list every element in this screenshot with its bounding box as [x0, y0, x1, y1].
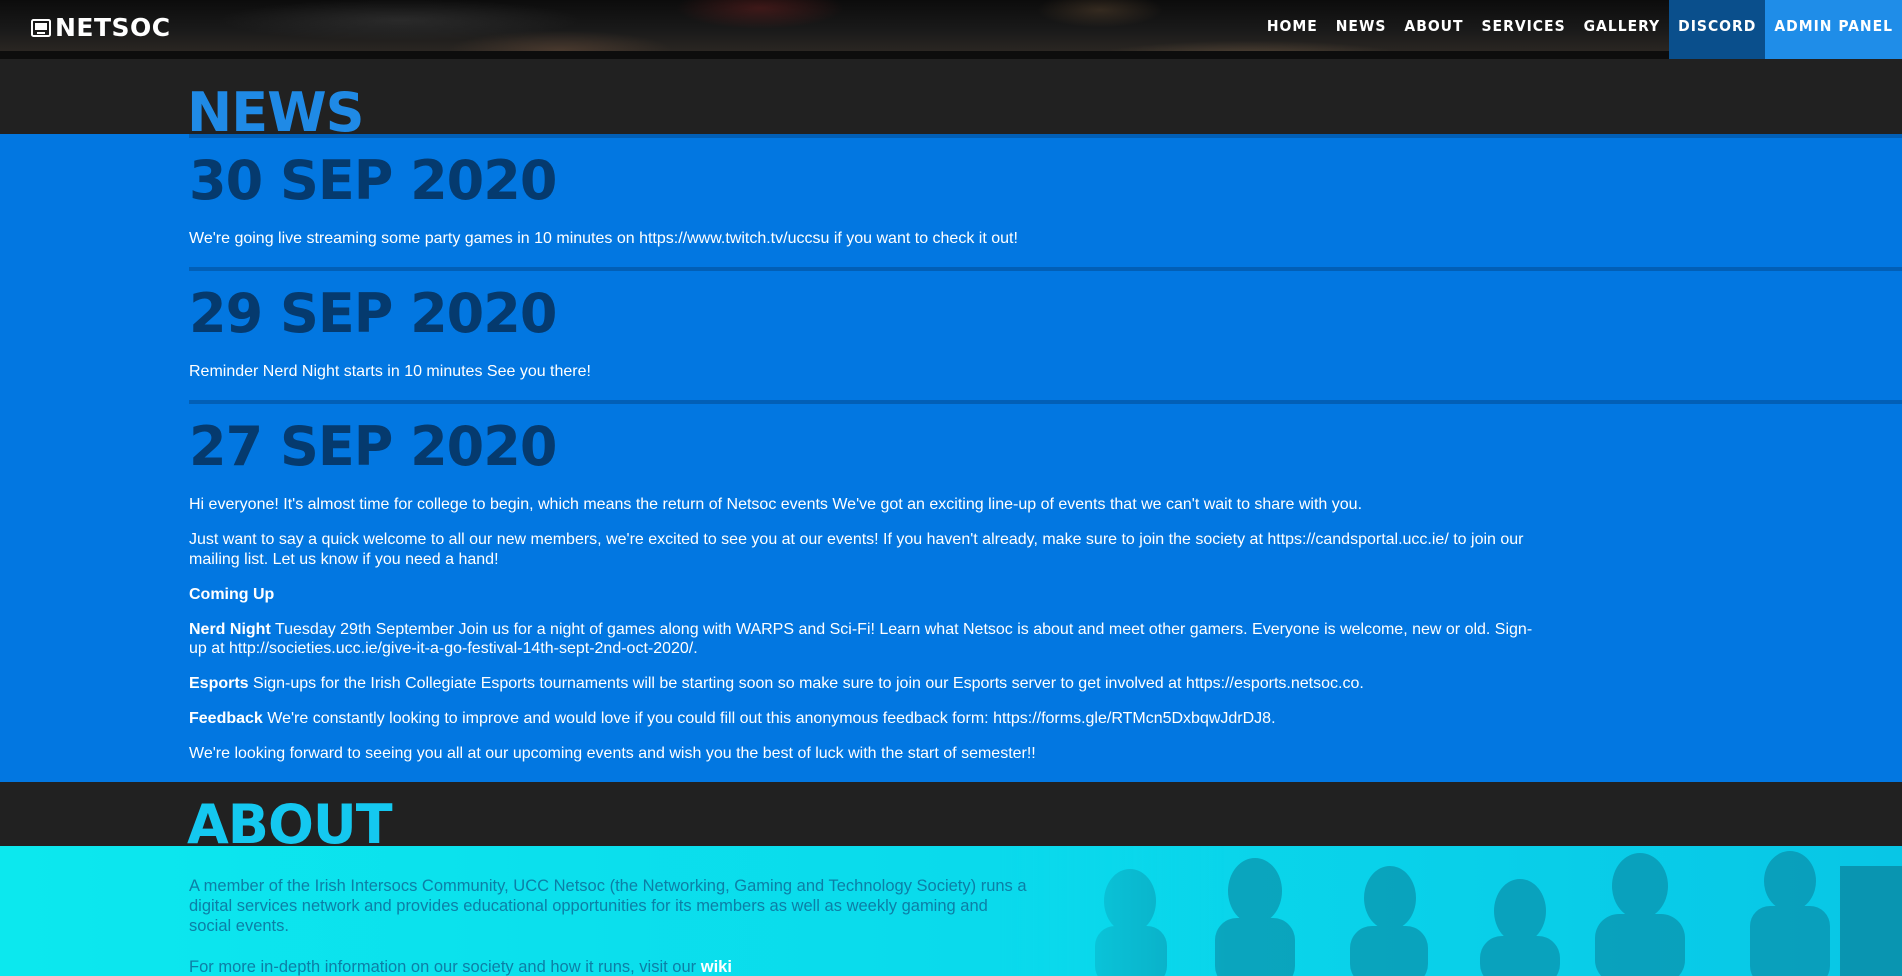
- news-closing: We're looking forward to seeing you all …: [189, 745, 1036, 762]
- nav-gallery[interactable]: GALLERY: [1575, 0, 1670, 59]
- news-divider: [189, 400, 1902, 404]
- news-body: We're going live streaming some party ga…: [189, 229, 1549, 249]
- coming-up-label: Coming Up: [189, 585, 275, 603]
- coming-up-heading: Coming Up: [189, 585, 1549, 605]
- news-item: 29 SEP 2020 Reminder Nerd Night starts i…: [189, 267, 1902, 397]
- brand-name: NETSOC: [55, 13, 171, 42]
- feedback-label: Feedback: [189, 710, 263, 727]
- nerd-night-label: Nerd Night: [189, 620, 271, 638]
- nav-services[interactable]: SERVICES: [1473, 0, 1575, 59]
- about-more-text: For more in-depth information on our soc…: [189, 958, 701, 976]
- computer-logo-icon: [31, 19, 51, 37]
- news-date: 30 SEP 2020: [189, 149, 557, 212]
- about-text: A member of the Irish Intersocs Communit…: [189, 876, 1029, 976]
- about-more: For more in-depth information on our soc…: [189, 957, 1029, 976]
- news-paragraph: We're going live streaming some party ga…: [189, 230, 1018, 247]
- nav-news[interactable]: NEWS: [1327, 0, 1396, 59]
- esports-entry: Esports Sign-ups for the Irish Collegiat…: [189, 674, 1549, 694]
- navbar: NETSOC HOME NEWS ABOUT SERVICES GALLERY …: [0, 0, 1902, 59]
- nav-home[interactable]: HOME: [1258, 0, 1327, 59]
- nav-links: HOME NEWS ABOUT SERVICES GALLERY DISCORD…: [1258, 0, 1902, 59]
- news-intro: Hi everyone! It's almost time for colleg…: [189, 496, 1363, 513]
- news-item: 30 SEP 2020 We're going live streaming s…: [189, 134, 1902, 264]
- feedback-text: We're constantly looking to improve and …: [262, 710, 1276, 727]
- esports-text: Sign-ups for the Irish Collegiate Esport…: [248, 675, 1364, 692]
- news-date: 27 SEP 2020: [189, 415, 557, 478]
- feedback-entry: Feedback We're constantly looking to imp…: [189, 709, 1549, 729]
- news-paragraph: Reminder Nerd Night starts in 10 minutes…: [189, 363, 591, 380]
- group-photo: [1000, 846, 1902, 976]
- news-divider: [189, 267, 1902, 271]
- news-body: Hi everyone! It's almost time for colleg…: [189, 495, 1549, 764]
- about-paragraph: A member of the Irish Intersocs Communit…: [189, 877, 1027, 935]
- nerd-night-text: Tuesday 29th September Join us for a nig…: [189, 620, 1533, 658]
- news-item: 27 SEP 2020 Hi everyone! It's almost tim…: [189, 400, 1902, 779]
- news-welcome: Just want to say a quick welcome to all …: [189, 531, 1524, 568]
- brand[interactable]: NETSOC: [31, 14, 171, 42]
- nav-admin-panel[interactable]: ADMIN PANEL: [1765, 0, 1902, 59]
- news-date: 29 SEP 2020: [189, 282, 557, 345]
- about-section: A member of the Irish Intersocs Communit…: [0, 846, 1902, 976]
- news-divider: [189, 134, 1902, 138]
- wiki-link[interactable]: wiki: [701, 958, 732, 976]
- news-section: 30 SEP 2020 We're going live streaming s…: [0, 134, 1902, 782]
- nav-discord[interactable]: DISCORD: [1669, 0, 1766, 59]
- nav-about[interactable]: ABOUT: [1395, 0, 1472, 59]
- news-heading: NEWS: [187, 81, 365, 144]
- news-body: Reminder Nerd Night starts in 10 minutes…: [189, 362, 1549, 382]
- nerd-night-entry: Nerd Night Tuesday 29th September Join u…: [189, 620, 1549, 659]
- about-heading: ABOUT: [187, 793, 393, 856]
- esports-label: Esports: [189, 675, 249, 692]
